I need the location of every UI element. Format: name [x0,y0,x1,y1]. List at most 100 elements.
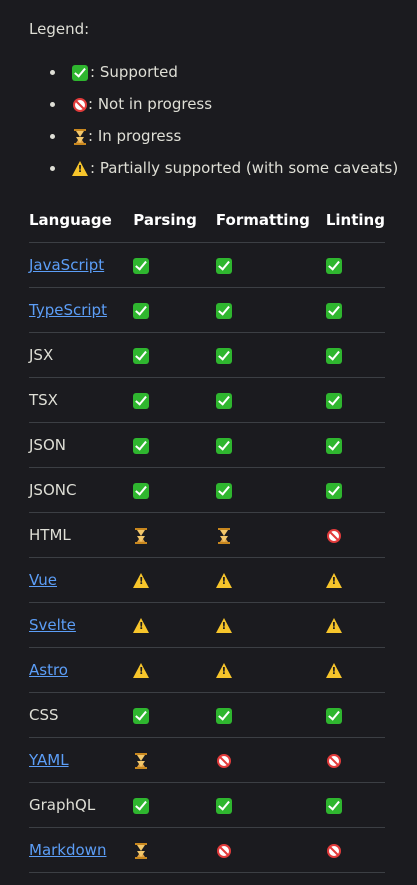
language-link[interactable]: Vue [29,571,57,589]
check-icon [133,347,150,364]
header-formatting: Formatting [215,198,326,243]
cell-parsing [133,332,216,378]
check-icon [215,257,232,274]
language-link[interactable]: Astro [29,661,68,679]
cell-formatting [215,242,326,288]
cell-language: TypeScript [29,287,134,333]
check-icon [325,302,342,319]
language-link[interactable]: YAML [29,751,69,769]
check-icon [133,392,150,409]
check-icon [215,797,232,814]
cell-formatting [215,827,326,873]
no-entry-icon [216,843,231,858]
no-entry-icon [326,753,341,768]
cell-linting [325,782,385,828]
cell-parsing [133,242,216,288]
warning-icon [215,618,232,633]
legend-title: Legend: [29,20,90,38]
no-entry-icon [326,528,341,543]
check-icon [133,797,150,814]
cell-parsing [133,647,216,693]
legend-item-partial: : Partially supported (with some caveats… [29,158,409,190]
language-link[interactable]: Markdown [29,841,106,859]
cell-formatting [215,512,326,558]
cell-parsing [133,737,216,783]
check-icon [325,707,342,724]
cell-linting [325,512,385,558]
cell-language: HTML [29,512,134,558]
cell-formatting [215,602,326,648]
legend-item-label: : Partially supported (with some caveats… [90,159,399,177]
table-header-row: Language Parsing Formatting Linting [29,198,385,243]
cell-language: Svelte [29,602,134,648]
cell-language: Vue [29,557,134,603]
cell-formatting [215,557,326,603]
table-row: TypeScript [29,287,385,333]
cell-linting [325,287,385,333]
cell-linting [325,602,385,648]
warning-icon [325,618,342,633]
check-icon [325,437,342,454]
table-row: Vue [29,557,385,603]
cell-parsing [133,602,216,648]
warning-icon [72,161,88,176]
cell-formatting [215,422,326,468]
header-linting: Linting [325,198,385,243]
language-link[interactable]: JavaScript [29,256,104,274]
table-row: TSX [29,377,385,423]
check-icon [133,707,150,724]
cell-linting [325,557,385,603]
cell-linting [325,647,385,693]
cell-linting [325,377,385,423]
cell-formatting [215,287,326,333]
cell-parsing [133,512,216,558]
no-entry-icon [73,97,87,112]
warning-icon [325,663,342,678]
language-link[interactable]: TypeScript [29,301,107,319]
cell-linting [325,332,385,378]
check-icon [325,347,342,364]
cell-linting [325,827,385,873]
hourglass-icon [135,842,148,859]
check-icon [133,302,150,319]
language-label: HTML [29,526,71,544]
cell-formatting [215,737,326,783]
cell-language: CSS [29,692,134,738]
hourglass-icon [74,128,86,145]
cell-formatting [215,467,326,513]
language-label: JSX [29,346,54,364]
check-icon [215,482,232,499]
legend-item-not-in-progress: : Not in progress [29,94,409,126]
cell-linting [325,692,385,738]
table-row: JSON [29,422,385,468]
language-label: GraphQL [29,796,96,814]
legend-item-label: : Supported [90,63,178,81]
cell-formatting [215,647,326,693]
legend-item-supported: : Supported [29,62,409,94]
no-entry-icon [216,753,231,768]
check-icon [325,392,342,409]
language-label: CSS [29,706,59,724]
cell-linting [325,467,385,513]
cell-parsing [133,827,216,873]
table-row: Svelte [29,602,385,648]
header-language: Language [29,198,134,243]
legend-item-label: : In progress [88,127,182,145]
check-icon [215,302,232,319]
cell-language: Markdown [29,827,134,873]
warning-icon [215,663,232,678]
hourglass-icon [217,527,230,544]
cell-formatting [215,782,326,828]
warning-icon [325,573,342,588]
cell-parsing [133,287,216,333]
cell-linting [325,242,385,288]
no-entry-icon [326,843,341,858]
cell-language: JSON [29,422,134,468]
check-icon [133,437,150,454]
cell-language: Astro [29,647,134,693]
cell-parsing [133,422,216,468]
language-label: JSON [29,436,66,454]
table-row: CSS [29,692,385,738]
language-link[interactable]: Svelte [29,616,76,634]
cell-parsing [133,377,216,423]
